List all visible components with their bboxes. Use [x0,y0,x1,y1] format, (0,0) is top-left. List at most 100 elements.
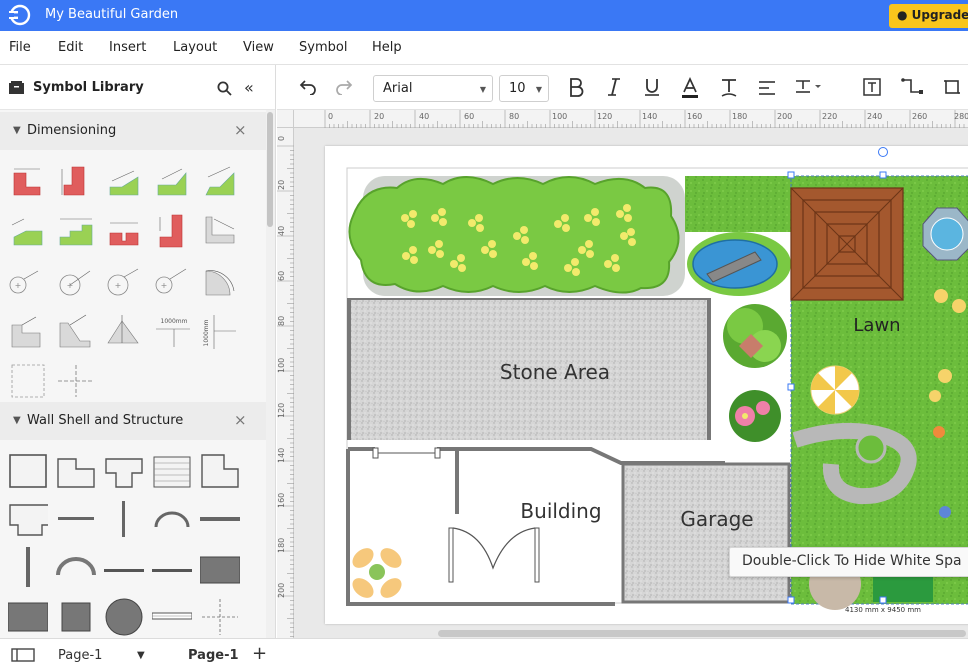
wall-symbol[interactable] [8,451,48,491]
dim-symbol[interactable]: + [56,261,96,301]
canvas-scrollbar[interactable] [294,628,968,638]
hint-tooltip[interactable]: Double-Click To Hide White Spa [729,547,968,577]
fountain[interactable] [922,207,968,261]
align-left-icon[interactable] [758,80,776,96]
wall-symbol-arc[interactable] [56,547,96,587]
wall-symbol[interactable] [104,547,144,587]
menu-insert[interactable]: Insert [109,40,146,55]
redo-icon[interactable] [335,79,353,95]
wall-symbol[interactable] [152,451,192,491]
dim-symbol[interactable]: + [104,261,144,301]
plant-cluster[interactable] [723,304,787,368]
wall-symbol[interactable] [8,547,48,587]
dim-symbol-length[interactable]: 1000mm [152,311,192,351]
italic-icon[interactable] [607,77,621,97]
dim-symbol[interactable] [8,311,48,351]
hedge-shrub[interactable] [348,176,685,296]
crop-icon[interactable] [943,78,961,96]
svg-text:+: + [115,281,122,290]
dim-symbol[interactable]: + [152,261,192,301]
dim-symbol[interactable] [104,161,144,201]
page-layout-icon[interactable] [11,648,35,662]
dim-symbol[interactable] [200,161,240,201]
flower-plant[interactable] [729,390,781,442]
text-spacing-icon[interactable] [795,79,823,95]
text-highlight-icon[interactable] [720,77,738,99]
lawn-label: Lawn [853,315,900,336]
ruler-h-label: 200 [777,112,793,121]
dim-symbol[interactable] [200,211,240,251]
section-wall-shell-header[interactable]: ▼ Wall Shell and Structure × [0,402,266,440]
dim-symbol[interactable] [8,161,48,201]
dim-symbol[interactable] [56,211,96,251]
wall-symbol[interactable] [200,597,240,637]
dim-symbol[interactable] [8,361,48,401]
dim-symbol[interactable] [8,211,48,251]
wall-symbol[interactable] [200,451,240,491]
text-box-icon[interactable] [863,78,881,96]
lawn-area[interactable]: Lawn [790,175,968,610]
patio-table[interactable] [349,544,406,602]
dim-symbol[interactable] [152,161,192,201]
lawn-strip[interactable] [685,176,793,232]
dim-symbol[interactable] [152,211,192,251]
page-tab-active[interactable]: Page-1 [188,648,239,663]
wall-symbol[interactable] [152,597,192,637]
upgrade-button[interactable]: ● Upgrade t [889,4,968,28]
dim-symbol[interactable]: + [8,261,48,301]
menu-symbol[interactable]: Symbol [299,40,347,55]
connector-icon[interactable] [901,77,927,97]
dim-symbol[interactable] [56,161,96,201]
scrollbar-thumb[interactable] [438,630,966,637]
ruler-h-label: 180 [732,112,748,121]
search-icon[interactable] [217,81,232,96]
dim-symbol[interactable] [56,311,96,351]
collapse-panel-icon[interactable]: « [244,78,254,97]
font-color-icon[interactable] [681,77,699,99]
dim-symbol-length-vertical[interactable]: 1000mm [200,311,240,351]
wall-symbol[interactable] [56,499,96,539]
dim-symbol[interactable] [56,361,96,401]
stone-area[interactable]: Stone Area [347,298,711,440]
font-family-select[interactable]: Arial ▼ [373,75,493,102]
chevron-down-icon[interactable]: ▼ [137,650,145,661]
bold-icon[interactable] [568,77,584,97]
vertical-ruler: 0 20 40 60 80 100 120 140 160 180 200 [277,128,294,638]
wall-symbol-column[interactable] [104,597,144,637]
menu-layout[interactable]: Layout [173,40,217,55]
pond[interactable] [687,232,791,296]
menu-file[interactable]: File [9,40,31,55]
umbrella[interactable] [810,365,860,415]
add-page-icon[interactable]: + [252,643,267,664]
font-size-select[interactable]: 10 ▼ [499,75,549,102]
dim-symbol[interactable] [200,261,240,301]
wall-symbol-arc[interactable] [152,499,192,539]
ruler-corner [277,110,294,128]
wall-symbol[interactable] [152,547,192,587]
underline-icon[interactable] [644,77,660,97]
wall-symbol[interactable] [104,499,144,539]
app-logo-icon[interactable] [9,4,31,26]
wall-symbol[interactable] [56,597,96,637]
wall-symbol[interactable] [8,499,48,539]
ruler-h-label: 280 [954,112,968,121]
wall-symbol[interactable] [104,451,144,491]
scrollbar-thumb[interactable] [267,112,273,227]
close-icon[interactable]: × [234,411,247,429]
wall-symbol[interactable] [200,499,240,539]
undo-icon[interactable] [299,79,317,95]
dim-symbol[interactable] [104,211,144,251]
gazebo[interactable] [790,187,904,301]
wall-symbol[interactable] [200,547,240,587]
garage[interactable]: Garage [621,462,791,604]
menu-view[interactable]: View [243,40,274,55]
page-selector[interactable]: Page-1 [58,648,102,663]
dim-symbol[interactable] [104,311,144,351]
library-scrollbar[interactable] [266,110,275,638]
wall-symbol[interactable] [8,597,48,637]
section-dimensioning-header[interactable]: ▼ Dimensioning × [0,112,266,150]
wall-symbol[interactable] [56,451,96,491]
menu-edit[interactable]: Edit [58,40,83,55]
menu-help[interactable]: Help [372,40,402,55]
close-icon[interactable]: × [234,121,247,139]
